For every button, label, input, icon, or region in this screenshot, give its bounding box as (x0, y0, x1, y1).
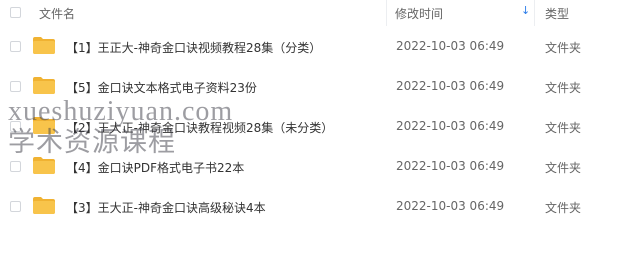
column-header-type[interactable]: 类型 (545, 5, 569, 22)
file-modified-date: 2022-10-03 06:49 (396, 119, 505, 133)
file-type: 文件夹 (545, 121, 582, 135)
row-checkbox[interactable] (10, 81, 21, 92)
file-type: 文件夹 (545, 81, 582, 95)
file-row[interactable]: 【3】王大正-神奇金口诀高级秘诀4本 2022-10-03 06:49 文件夹 (0, 187, 628, 227)
file-name[interactable]: 【3】王大正-神奇金口诀高级秘诀4本 (66, 199, 266, 216)
file-type: 文件夹 (545, 161, 582, 175)
file-row[interactable]: 【2】王大正-神奇金口诀教程视频28集（未分类） 2022-10-03 06:4… (0, 107, 628, 147)
folder-icon (33, 197, 55, 214)
file-row[interactable]: 【4】金口诀PDF格式电子书22本 2022-10-03 06:49 文件夹 (0, 147, 628, 187)
folder-icon (33, 117, 55, 134)
file-row[interactable]: 【1】王正大-神奇金口诀视频教程28集（分类） 2022-10-03 06:49… (0, 27, 628, 67)
file-type: 文件夹 (545, 41, 582, 55)
column-header-name[interactable]: 文件名 (39, 5, 75, 22)
sort-descending-icon[interactable]: ↓ (521, 4, 530, 17)
file-name[interactable]: 【2】王大正-神奇金口诀教程视频28集（未分类） (66, 119, 333, 136)
folder-icon (33, 37, 55, 54)
file-row[interactable]: 【5】金口诀文本格式电子资料23份 2022-10-03 06:49 文件夹 (0, 67, 628, 107)
column-divider[interactable] (534, 0, 535, 26)
file-type: 文件夹 (545, 201, 582, 215)
column-header: 文件名 修改时间 ↓ 类型 (0, 0, 628, 26)
column-header-modified[interactable]: 修改时间 (395, 5, 443, 22)
folder-icon (33, 77, 55, 94)
select-all-checkbox[interactable] (10, 7, 21, 18)
file-modified-date: 2022-10-03 06:49 (396, 79, 505, 93)
folder-icon (33, 157, 55, 174)
column-divider[interactable] (386, 0, 387, 26)
row-checkbox[interactable] (10, 161, 21, 172)
file-name[interactable]: 【1】王正大-神奇金口诀视频教程28集（分类） (66, 39, 321, 56)
file-modified-date: 2022-10-03 06:49 (396, 39, 505, 53)
row-checkbox[interactable] (10, 201, 21, 212)
file-name[interactable]: 【4】金口诀PDF格式电子书22本 (66, 159, 244, 176)
row-checkbox[interactable] (10, 121, 21, 132)
row-checkbox[interactable] (10, 41, 21, 52)
file-modified-date: 2022-10-03 06:49 (396, 159, 505, 173)
file-name[interactable]: 【5】金口诀文本格式电子资料23份 (66, 79, 257, 96)
file-modified-date: 2022-10-03 06:49 (396, 199, 505, 213)
